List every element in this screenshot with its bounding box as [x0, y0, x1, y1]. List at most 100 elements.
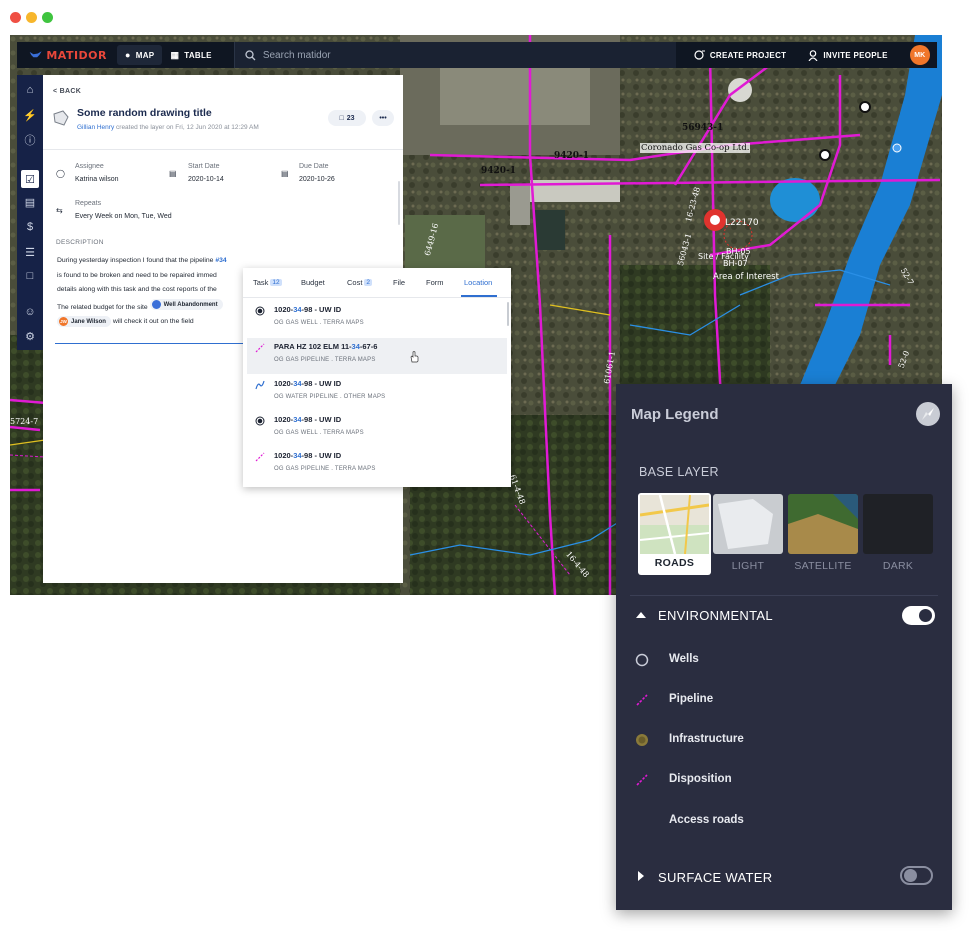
description-label: DESCRIPTION: [56, 239, 104, 246]
compass-icon[interactable]: [916, 402, 940, 426]
tab-form[interactable]: Form: [426, 278, 444, 287]
legend-item-wells: Wells: [669, 653, 699, 665]
user-icon: [808, 49, 818, 61]
tab-label: Location: [464, 278, 493, 287]
description-text: During yesterday inspection I found that…: [57, 257, 214, 264]
more-options-button[interactable]: •••: [372, 110, 394, 126]
base-layer-roads-option[interactable]: ROADS: [638, 493, 711, 575]
legend-divider: [630, 595, 938, 596]
location-list-item[interactable]: PARA HZ 102 ELM 11-34-67-6 OG GAS PIPELI…: [247, 338, 507, 374]
pipeline-icon: [255, 343, 265, 353]
toggle-knob: [904, 869, 917, 882]
user-avatar[interactable]: MK: [909, 45, 930, 65]
author-link[interactable]: Gillian Henry: [77, 124, 114, 131]
task-subtitle: Gillian Henry created the layer on Fri, …: [77, 124, 259, 131]
window-maximize-dot[interactable]: [42, 12, 53, 23]
layers-icon[interactable]: ☰: [23, 245, 37, 259]
tab-label: Budget: [301, 278, 325, 287]
map-label: 5724-7: [10, 417, 39, 426]
map-label: Area of Interest: [713, 272, 779, 282]
editor-focus-line: [55, 343, 245, 344]
base-layer-label: DARK: [882, 560, 914, 572]
tab-location[interactable]: Location: [464, 278, 492, 287]
people-icon[interactable]: ☺: [23, 305, 37, 319]
window-minimize-dot[interactable]: [26, 12, 37, 23]
create-project-label: CREATE PROJECT: [709, 50, 787, 60]
surface-water-heading[interactable]: SURFACE WATER: [658, 870, 772, 885]
description-text: will check it out on the field: [112, 318, 194, 325]
location-list-item[interactable]: 1020-34-98 - UW ID OG GAS WELL . TERRA M…: [247, 301, 507, 337]
task-title: Some random drawing title: [77, 107, 212, 119]
info-icon[interactable]: ⓘ: [23, 133, 37, 147]
compass-needle-icon: [922, 408, 934, 420]
location-list-item[interactable]: 1020-34-98 - UW ID OG GAS PIPELINE . TER…: [247, 447, 507, 483]
description-line: details along with this task and the cos…: [57, 286, 217, 293]
surface-water-toggle[interactable]: [900, 866, 933, 885]
table-nav-button[interactable]: ▦ TABLE: [162, 45, 219, 65]
pipeline-link[interactable]: #34: [215, 257, 226, 264]
map-legend-panel: Map Legend BASE LAYER ROADS LIGHT SATELL…: [616, 384, 952, 910]
description-line: JW Jane Wilson will check it out on the …: [57, 316, 194, 327]
panel-scrollbar[interactable]: [398, 181, 400, 225]
invite-people-button[interactable]: INVITE PEOPLE: [800, 45, 895, 65]
environmental-heading[interactable]: ENVIRONMENTAL: [658, 608, 773, 623]
base-layer-satellite-option[interactable]: [788, 494, 858, 554]
water-pipeline-icon: [255, 380, 265, 390]
base-layer-label: LIGHT: [731, 560, 765, 572]
map-nav-button[interactable]: ● MAP: [117, 45, 163, 65]
well-icon: [255, 306, 265, 316]
location-list-item[interactable]: 1020-34-98 - UW ID OG GAS WELL . TERRA M…: [247, 411, 507, 447]
mention-name: Jane Wilson: [71, 318, 106, 325]
start-date-value[interactable]: 2020-10-14: [188, 176, 224, 183]
tab-budget[interactable]: Budget: [301, 278, 325, 287]
assignee-label: Assignee: [75, 163, 104, 170]
create-project-button[interactable]: CREATE PROJECT: [686, 45, 795, 65]
budget-tag-label: Well Abandonment: [163, 301, 218, 308]
lightning-icon[interactable]: ⚡: [23, 108, 37, 122]
location-subtitle: OG WATER PIPELINE . OTHER MAPS: [274, 394, 386, 400]
map-label: L22170: [725, 218, 759, 228]
tab-label: Cost: [347, 278, 363, 287]
home-icon[interactable]: ⌂: [23, 83, 37, 97]
tab-task[interactable]: Task 12: [253, 278, 282, 287]
search-input[interactable]: Search matidor: [233, 42, 676, 68]
description-line: The related budget for the site Well Aba…: [57, 299, 223, 311]
dollar-icon[interactable]: $: [23, 220, 37, 234]
assignee-value[interactable]: Katrina wilson: [75, 176, 119, 183]
collapse-up-icon[interactable]: [636, 612, 646, 618]
active-tab-indicator: [461, 295, 497, 297]
repeats-value[interactable]: Every Week on Mon, Tue, Wed: [75, 213, 172, 220]
popup-scrollbar[interactable]: [507, 302, 509, 326]
header-divider: [43, 149, 403, 150]
comments-button[interactable]: □ 23: [328, 110, 366, 126]
matidor-logo[interactable]: MATIDOR: [17, 42, 107, 68]
window-close-dot[interactable]: [10, 12, 21, 23]
base-layer-light-option[interactable]: [713, 494, 783, 554]
expand-right-icon[interactable]: [638, 871, 644, 881]
map-pin-icon: ●: [125, 50, 131, 60]
task-clipboard-icon[interactable]: ☑: [21, 170, 39, 188]
base-layer-label: ROADS: [654, 557, 695, 569]
budget-tag[interactable]: Well Abandonment: [149, 299, 223, 310]
base-layer-dark-option[interactable]: [863, 494, 933, 554]
environmental-toggle[interactable]: [902, 606, 935, 625]
user-mention[interactable]: JW Jane Wilson: [57, 316, 111, 327]
due-date-value[interactable]: 2020-10-26: [299, 176, 335, 183]
tab-count: 2: [364, 279, 373, 286]
table-icon: ▦: [170, 49, 180, 60]
document-icon[interactable]: ▤: [23, 195, 37, 209]
tab-bar: Task 12 Budget Cost 2 File Form Location: [243, 268, 511, 298]
map-label: Site / Facility: [698, 252, 749, 261]
pipeline-icon: [255, 452, 265, 462]
tab-count: 12: [270, 279, 282, 286]
calendar-icon: ▤: [169, 169, 177, 178]
settings-gear-icon[interactable]: ⚙: [23, 329, 37, 343]
folder-icon[interactable]: □: [23, 269, 37, 283]
tab-file[interactable]: File: [393, 278, 405, 287]
legend-item-access-roads: Access roads: [669, 814, 744, 826]
well-icon: [255, 416, 265, 426]
tab-cost[interactable]: Cost 2: [347, 278, 373, 287]
comment-icon: □: [339, 114, 344, 122]
location-list-item[interactable]: 1020-34-98 - UW ID OG WATER PIPELINE . O…: [247, 375, 507, 411]
back-link[interactable]: < BACK: [53, 88, 81, 95]
